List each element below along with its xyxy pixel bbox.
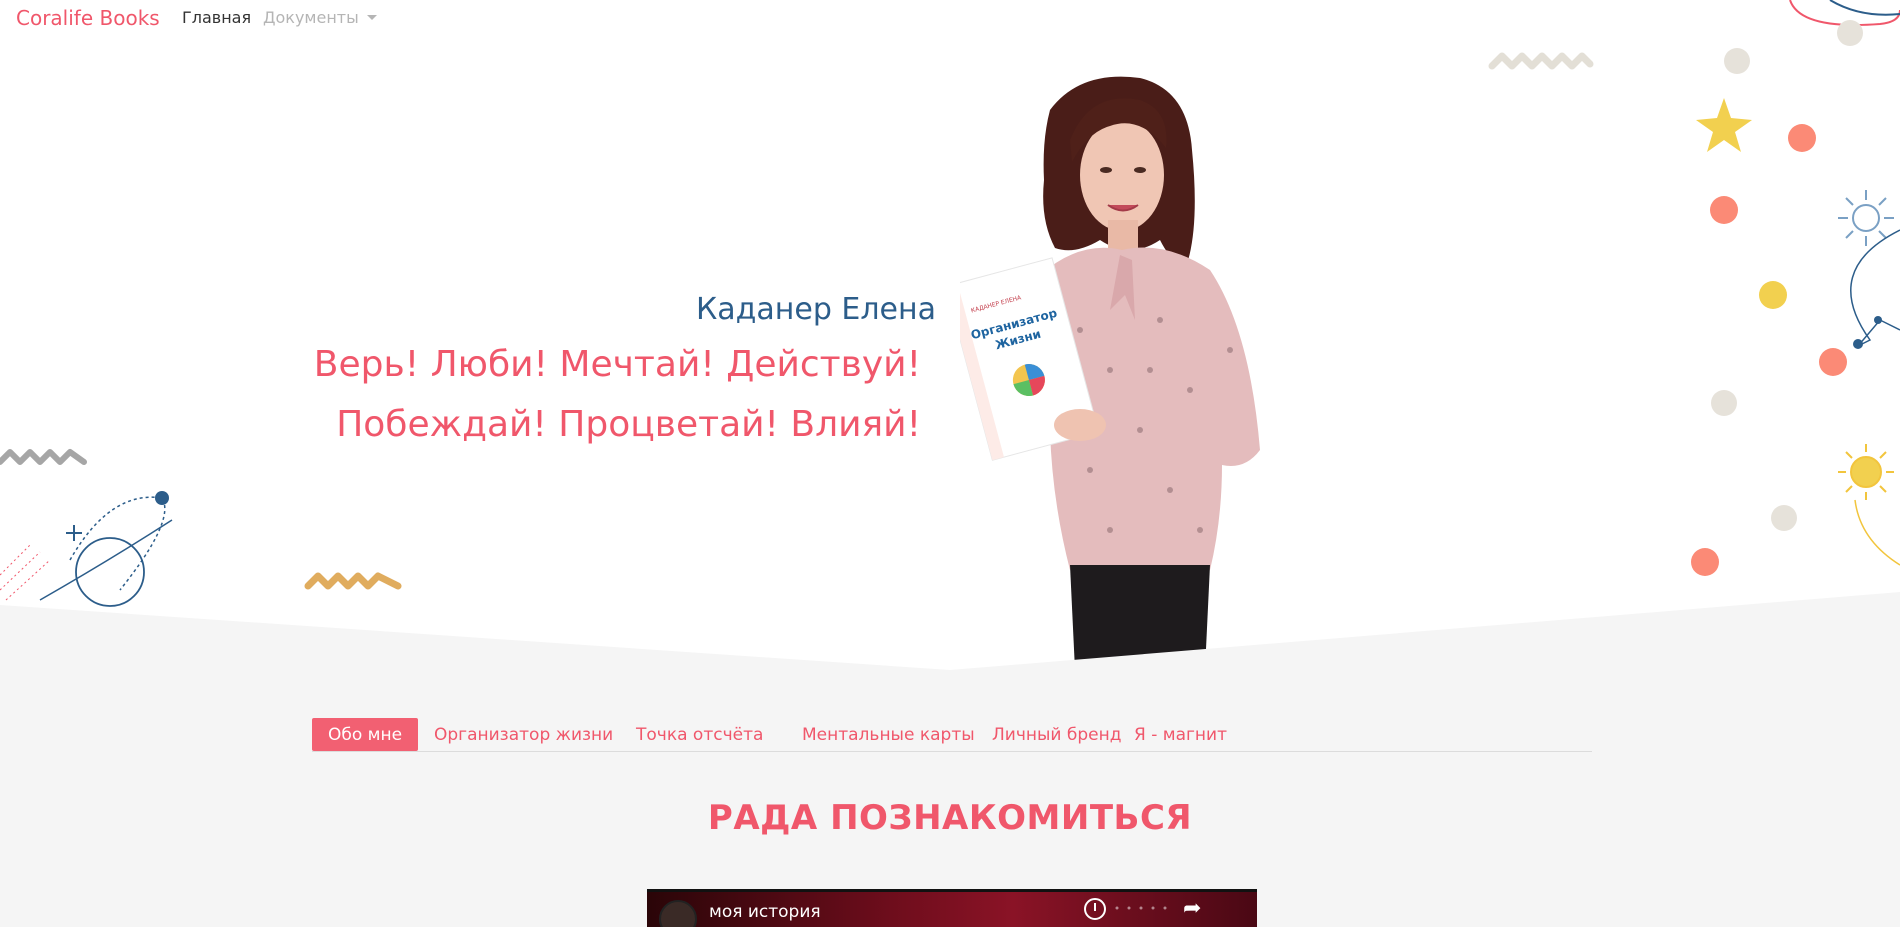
tab-life-organizer[interactable]: Организатор жизни: [418, 718, 629, 751]
zigzag-decoration: [1488, 52, 1594, 70]
zigzag-decoration: [0, 449, 87, 465]
tab-about[interactable]: Обо мне: [312, 718, 419, 751]
dot-decoration: [1710, 196, 1738, 224]
dot-decoration: [1724, 48, 1750, 74]
nav-documents-label: Документы: [263, 8, 359, 27]
watch-later-icon[interactable]: [1084, 898, 1106, 920]
dot-decoration: [155, 491, 169, 505]
nav-home-link[interactable]: Главная: [182, 8, 251, 27]
constellation-decoration: [1850, 229, 1900, 347]
slogan-line-2: Побеждай! Процветай! Влияй!: [336, 404, 921, 445]
dot-decoration: [1874, 316, 1882, 324]
top-navbar: Coralife Books Главная Документы: [0, 0, 1900, 36]
video-player[interactable]: моя история ➦: [647, 889, 1257, 927]
orbit-decoration: [69, 496, 166, 591]
dots-decoration: [1115, 906, 1167, 910]
hero-section: Каданер Елена Верь! Люби! Мечтай! Действ…: [0, 0, 1900, 680]
orbit-decoration: [1854, 499, 1900, 566]
video-title[interactable]: моя история: [709, 902, 821, 922]
author-portrait: КАДАНЕР ЕЛЕНА Организатор Жизни: [960, 76, 1260, 670]
tab-personal-brand[interactable]: Личный бренд: [976, 718, 1137, 751]
dot-decoration: [1819, 348, 1847, 376]
tab-i-am-magnet[interactable]: Я - магнит: [1118, 718, 1243, 751]
zigzag-decoration: [304, 572, 402, 590]
section-title: РАДА ПОЗНАКОМИТЬСЯ: [707, 798, 1193, 838]
dot-decoration: [1853, 339, 1863, 349]
nav-documents-dropdown[interactable]: Документы: [263, 8, 377, 27]
share-icon[interactable]: ➦: [1183, 896, 1201, 921]
sun-decoration: [1838, 444, 1894, 500]
tab-mental-maps[interactable]: Ментальные карты: [786, 718, 991, 751]
dot-decoration: [1691, 548, 1719, 576]
channel-avatar[interactable]: [659, 900, 697, 927]
chevron-down-icon: [366, 15, 377, 20]
author-name: Каданер Елена: [695, 292, 936, 327]
dot-decoration: [1788, 124, 1816, 152]
slogan-line-1: Верь! Люби! Мечтай! Действуй!: [313, 344, 921, 385]
star-decoration: [1696, 98, 1752, 152]
dot-decoration: [1771, 505, 1797, 531]
orbit-decoration: [39, 519, 173, 601]
dot-decoration: [1759, 281, 1787, 309]
tab-starting-point[interactable]: Точка отсчёта: [620, 718, 779, 751]
dot-decoration: [1711, 390, 1737, 416]
decorative-background: [0, 0, 1900, 607]
brand-link[interactable]: Coralife Books: [16, 6, 160, 30]
section-tabs: Обо мне Организатор жизни Точка отсчёта …: [312, 718, 1592, 752]
